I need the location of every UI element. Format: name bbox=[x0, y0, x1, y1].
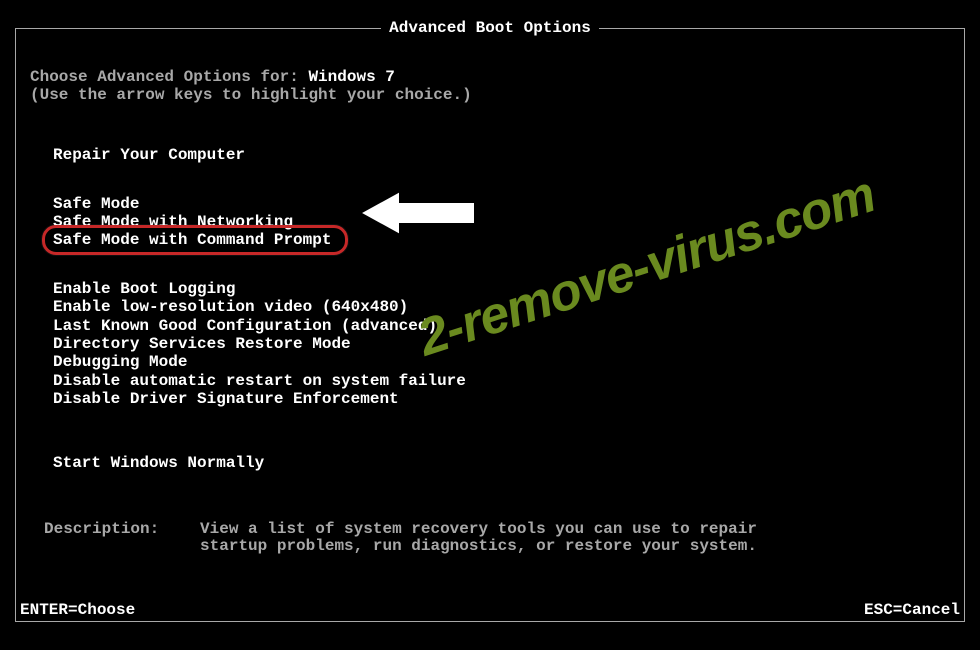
option-debugging-mode[interactable]: Debugging Mode bbox=[52, 353, 188, 371]
option-disable-driver-sig[interactable]: Disable Driver Signature Enforcement bbox=[52, 390, 400, 408]
esc-hint: ESC=Cancel bbox=[862, 601, 962, 619]
option-group-4: Start Windows Normally bbox=[30, 454, 954, 472]
hint-line: (Use the arrow keys to highlight your ch… bbox=[30, 87, 954, 105]
option-group-2: Safe Mode Safe Mode with Networking Safe… bbox=[30, 195, 954, 250]
option-safe-mode[interactable]: Safe Mode bbox=[52, 195, 140, 213]
option-group-1: Repair Your Computer bbox=[30, 146, 954, 164]
page-title: Advanced Boot Options bbox=[381, 19, 599, 37]
choose-label: Choose Advanced Options for: bbox=[30, 68, 308, 86]
description-text: View a list of system recovery tools you… bbox=[200, 521, 757, 556]
footer-hints: ENTER=Choose ESC=Cancel bbox=[16, 605, 964, 627]
option-safe-mode-cmd[interactable]: Safe Mode with Command Prompt bbox=[52, 231, 332, 249]
title-bar: Advanced Boot Options bbox=[16, 19, 964, 37]
option-group-3: Enable Boot Logging Enable low-resolutio… bbox=[30, 280, 954, 409]
option-start-normally[interactable]: Start Windows Normally bbox=[52, 454, 265, 472]
os-name: Windows 7 bbox=[308, 68, 394, 86]
option-last-known-good[interactable]: Last Known Good Configuration (advanced) bbox=[52, 317, 438, 335]
option-boot-logging[interactable]: Enable Boot Logging bbox=[52, 280, 236, 298]
option-low-res-video[interactable]: Enable low-resolution video (640x480) bbox=[52, 298, 409, 316]
option-disable-auto-restart[interactable]: Disable automatic restart on system fail… bbox=[52, 372, 467, 390]
description-label: Description: bbox=[44, 521, 188, 556]
enter-hint: ENTER=Choose bbox=[18, 601, 137, 619]
description-block: Description: View a list of system recov… bbox=[30, 521, 954, 556]
main-content: Choose Advanced Options for: Windows 7 (… bbox=[16, 29, 964, 566]
option-directory-services-restore[interactable]: Directory Services Restore Mode bbox=[52, 335, 352, 353]
boot-options-panel: Advanced Boot Options Choose Advanced Op… bbox=[15, 28, 965, 622]
choose-line: Choose Advanced Options for: Windows 7 bbox=[30, 69, 954, 87]
option-repair[interactable]: Repair Your Computer bbox=[52, 146, 246, 164]
red-circle-annotation bbox=[42, 225, 348, 255]
